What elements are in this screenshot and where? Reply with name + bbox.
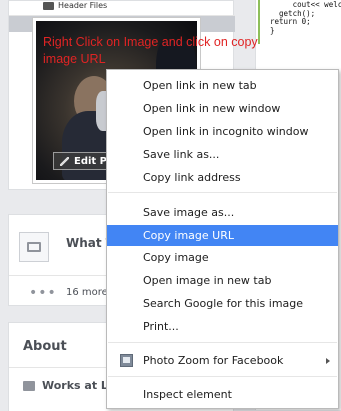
menu-separator [108,192,337,193]
menu-item-copy-link-address[interactable]: Copy link address [107,167,338,188]
photo-zoom-icon [120,354,133,367]
more-link[interactable]: 16 more [66,287,108,298]
menu-item-inspect-element[interactable]: Inspect element [107,384,338,405]
tv-icon [19,232,49,262]
header-files-label: Header Files [58,1,108,10]
menu-item-photo-zoom[interactable]: Photo Zoom for Facebook [107,350,338,371]
more-dots-icon: ••• [29,285,57,301]
menu-item-open-link-new-window[interactable]: Open link in new window [107,98,338,119]
code-editor-snippet: cout<< welco getch(); return 0; } [258,0,341,44]
menu-item-copy-image[interactable]: Copy image [107,247,338,268]
menu-item-copy-image-url[interactable]: Copy image URL [107,225,338,246]
menu-item-save-image-as[interactable]: Save image as... [107,202,338,223]
code-line: } [270,25,275,35]
menu-item-print[interactable]: Print... [107,316,338,337]
menu-item-open-link-new-tab[interactable]: Open link in new tab [107,75,338,96]
menu-separator [108,342,337,343]
pencil-icon [60,156,69,166]
menu-item-search-google-image[interactable]: Search Google for this image [107,293,338,314]
instruction-annotation: Right Click on Image and click on copy i… [43,35,258,66]
folder-icon [43,1,54,10]
work-row[interactable]: Works at Le [23,379,115,392]
menu-item-save-link-as[interactable]: Save link as... [107,144,338,165]
submenu-arrow-icon [326,358,330,364]
header-files-row[interactable]: Header Files [43,1,107,10]
context-menu: Open link in new tab Open link in new wi… [106,69,339,409]
code-line: return 0; [270,17,311,26]
photo-zoom-label: Photo Zoom for Facebook [143,354,284,367]
menu-separator [108,376,337,377]
work-text: Works at Le [42,379,116,392]
briefcase-icon [23,380,35,391]
menu-item-open-image-new-tab[interactable]: Open image in new tab [107,270,338,291]
about-title: About [23,339,67,354]
menu-item-open-link-incognito[interactable]: Open link in incognito window [107,121,338,142]
